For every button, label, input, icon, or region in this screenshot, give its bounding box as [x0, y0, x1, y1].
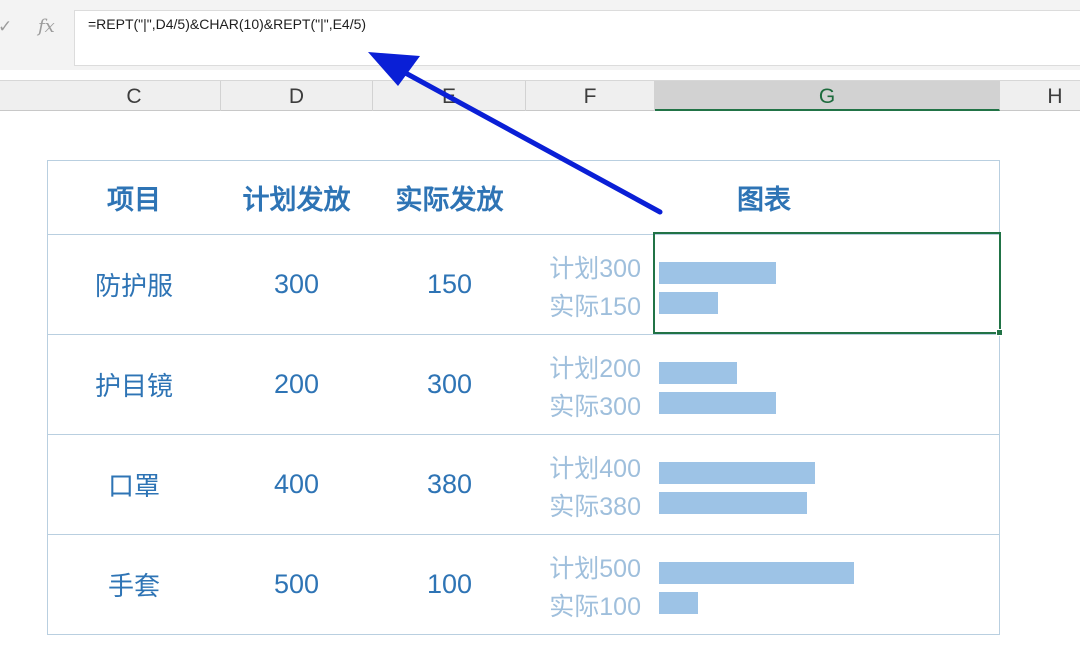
annotation-arrow [368, 52, 663, 215]
arrow-head [368, 52, 420, 86]
arrow-shaft [397, 67, 663, 215]
